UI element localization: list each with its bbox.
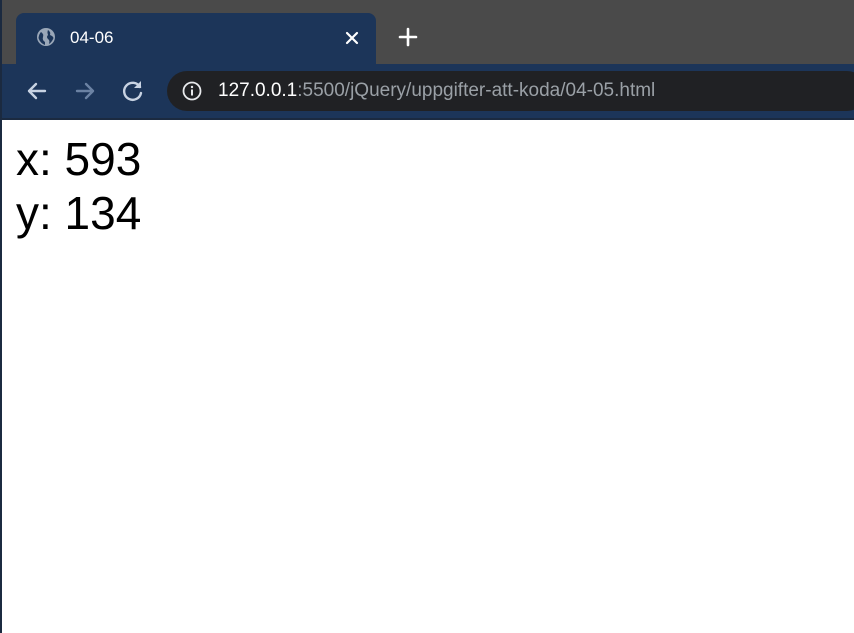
plus-icon[interactable] xyxy=(395,24,421,50)
tab-strip: 04-06 xyxy=(2,0,854,64)
forward-button[interactable] xyxy=(71,77,99,105)
url-text[interactable]: 127.0.0.1:5500/jQuery/uppgifter-att-koda… xyxy=(218,80,655,102)
tab-title: 04-06 xyxy=(70,28,114,47)
url-path: :5500/jQuery/uppgifter-att-koda/04-05.ht… xyxy=(297,80,656,101)
globe-icon xyxy=(36,27,56,47)
reload-button[interactable] xyxy=(119,77,147,105)
url-host: 127.0.0.1 xyxy=(218,80,298,101)
reload-icon xyxy=(123,81,143,101)
close-icon[interactable] xyxy=(341,27,363,49)
arrow-left-icon xyxy=(27,82,47,100)
tab-active[interactable]: 04-06 xyxy=(16,13,376,64)
info-icon[interactable] xyxy=(182,81,202,101)
x-coordinate-text: x: 593 xyxy=(16,133,142,185)
back-button[interactable] xyxy=(23,77,51,105)
y-coordinate-text: y: 134 xyxy=(16,187,142,239)
browser-window: 04-06 127.0.0.1:5500/jQuery/uppgifter-at… xyxy=(0,0,854,633)
page-content: x: 593 y: 134 xyxy=(2,120,854,633)
arrow-right-icon xyxy=(75,82,95,100)
address-bar[interactable]: 127.0.0.1:5500/jQuery/uppgifter-att-koda… xyxy=(167,71,854,111)
toolbar: 127.0.0.1:5500/jQuery/uppgifter-att-koda… xyxy=(2,64,854,118)
